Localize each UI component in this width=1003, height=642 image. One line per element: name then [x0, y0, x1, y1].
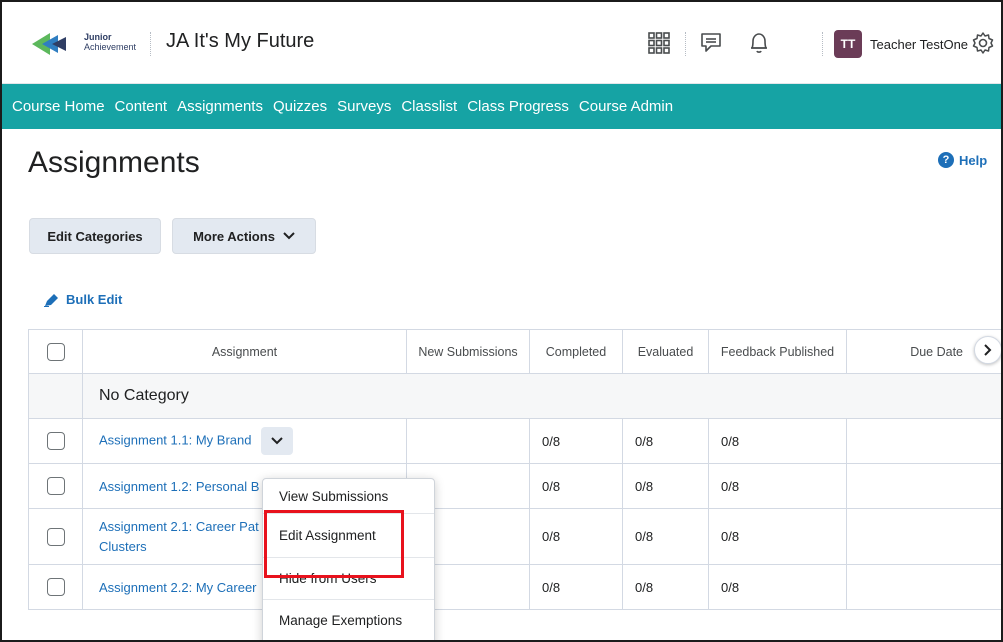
evaluated-cell[interactable]: 0/8: [622, 564, 709, 610]
row-checkbox[interactable]: [46, 578, 65, 596]
col-feedback-published[interactable]: Feedback Published: [708, 329, 847, 374]
highlight-box: [264, 510, 404, 578]
completed-cell[interactable]: 0/8: [529, 418, 623, 464]
select-all-checkbox[interactable]: [46, 342, 65, 361]
category-row: No Category: [28, 373, 1001, 419]
ja-logo-icon: [32, 33, 66, 55]
more-actions-button[interactable]: More Actions: [172, 218, 316, 254]
header-divider: [822, 32, 823, 56]
nav-item-course-admin[interactable]: Course Admin: [579, 98, 673, 115]
new-submissions-cell: [406, 418, 530, 464]
table-header-row: Assignment New Submissions Completed Eva…: [28, 329, 1001, 374]
completed-cell[interactable]: 0/8: [529, 463, 623, 509]
course-navbar: Course Home Content Assignments Quizzes …: [2, 84, 1001, 129]
assignment-link[interactable]: Assignment 1.1: My Brand: [99, 432, 251, 447]
course-selector-icon[interactable]: [644, 28, 674, 58]
select-all-cell: [28, 329, 83, 374]
scroll-right-button[interactable]: [974, 336, 1001, 364]
nav-item-assignments[interactable]: Assignments: [177, 98, 263, 115]
course-title[interactable]: JA It's My Future: [166, 30, 314, 53]
logo-line-2: Achievement: [84, 42, 137, 52]
col-new-submissions[interactable]: New Submissions: [406, 329, 530, 374]
row-checkbox[interactable]: [46, 527, 65, 546]
table-row: Assignment 2.2: My Career 0/8 0/8 0/8: [28, 564, 1001, 610]
header-divider: [150, 32, 151, 56]
col-due-date-label: Due Date: [910, 344, 963, 359]
row-checkbox-cell: [28, 564, 83, 610]
logo-text: Junior Achievement: [84, 32, 136, 52]
bulk-edit-button[interactable]: Bulk Edit: [44, 292, 122, 307]
nav-item-quizzes[interactable]: Quizzes: [273, 98, 327, 115]
header-divider: [685, 32, 686, 56]
col-completed[interactable]: Completed: [529, 329, 623, 374]
col-assignment[interactable]: Assignment: [82, 329, 407, 374]
bulk-edit-label: Bulk Edit: [66, 292, 123, 307]
settings-gear-icon[interactable]: [968, 28, 998, 58]
assignment-actions-dropdown[interactable]: [261, 427, 294, 455]
logo-line-1: Junior: [84, 32, 112, 42]
nav-item-classlist[interactable]: Classlist: [401, 98, 457, 115]
page-title: Assignments: [28, 146, 200, 179]
help-label: Help: [959, 152, 988, 168]
notifications-bell-icon[interactable]: [744, 28, 774, 58]
feedback-published-cell[interactable]: 0/8: [708, 508, 847, 565]
chevron-down-icon: [283, 232, 295, 240]
evaluated-cell[interactable]: 0/8: [622, 508, 709, 565]
col-evaluated[interactable]: Evaluated: [622, 329, 709, 374]
row-checkbox[interactable]: [46, 477, 65, 495]
edit-categories-label: Edit Categories: [47, 228, 143, 244]
row-checkbox-cell: [28, 418, 83, 464]
edit-categories-button[interactable]: Edit Categories: [29, 218, 161, 254]
due-date-cell: [846, 463, 1001, 509]
row-checkbox-cell: [28, 508, 83, 565]
assignment-link[interactable]: Assignment 2.2: My Career: [99, 580, 257, 595]
row-checkbox-cell: [28, 463, 83, 509]
category-spacer: [28, 373, 83, 419]
help-icon: ?: [938, 152, 954, 168]
table-row: Assignment 1.1: My Brand 0/8 0/8 0/8: [28, 418, 1001, 464]
message-alerts-icon[interactable]: [696, 28, 726, 58]
ja-logo[interactable]: Junior Achievement: [32, 29, 136, 59]
due-date-cell: [846, 564, 1001, 610]
completed-cell[interactable]: 0/8: [529, 508, 623, 565]
help-link[interactable]: ? Help: [938, 152, 987, 168]
avatar[interactable]: TT: [834, 30, 862, 58]
category-label: No Category: [99, 387, 189, 404]
due-date-cell: [846, 418, 1001, 464]
menu-item-view-submissions[interactable]: View Submissions: [263, 479, 434, 514]
app-frame: Junior Achievement JA It's My Future TT …: [0, 0, 1003, 642]
evaluated-cell[interactable]: 0/8: [622, 418, 709, 464]
feedback-published-cell[interactable]: 0/8: [708, 564, 847, 610]
table-row: Assignment 1.2: Personal B 0/8 0/8 0/8: [28, 463, 1001, 509]
completed-cell[interactable]: 0/8: [529, 564, 623, 610]
nav-item-content[interactable]: Content: [115, 98, 168, 115]
assignment-name-cell: Assignment 1.1: My Brand: [82, 418, 407, 464]
due-date-cell: [846, 508, 1001, 565]
more-actions-label: More Actions: [193, 228, 275, 244]
top-header: Junior Achievement JA It's My Future TT …: [2, 2, 1001, 84]
assignments-table: Assignment New Submissions Completed Eva…: [28, 329, 1001, 610]
evaluated-cell[interactable]: 0/8: [622, 463, 709, 509]
menu-item-manage-exemptions[interactable]: Manage Exemptions: [263, 600, 434, 640]
chevron-right-icon: [984, 344, 992, 356]
category-cell: No Category: [82, 373, 1001, 419]
nav-item-course-home[interactable]: Course Home: [12, 98, 105, 115]
row-checkbox[interactable]: [46, 432, 65, 450]
user-name[interactable]: Teacher TestOne: [870, 37, 968, 52]
feedback-published-cell[interactable]: 0/8: [708, 463, 847, 509]
pencil-icon: [44, 293, 58, 307]
assignment-link[interactable]: Assignment 1.2: Personal B: [99, 479, 259, 494]
table-row: Assignment 2.1: Career Pat Clusters 0/8 …: [28, 508, 1001, 565]
nav-item-class-progress[interactable]: Class Progress: [467, 98, 569, 115]
feedback-published-cell[interactable]: 0/8: [708, 418, 847, 464]
chevron-down-icon: [271, 437, 283, 445]
nav-item-surveys[interactable]: Surveys: [337, 98, 391, 115]
